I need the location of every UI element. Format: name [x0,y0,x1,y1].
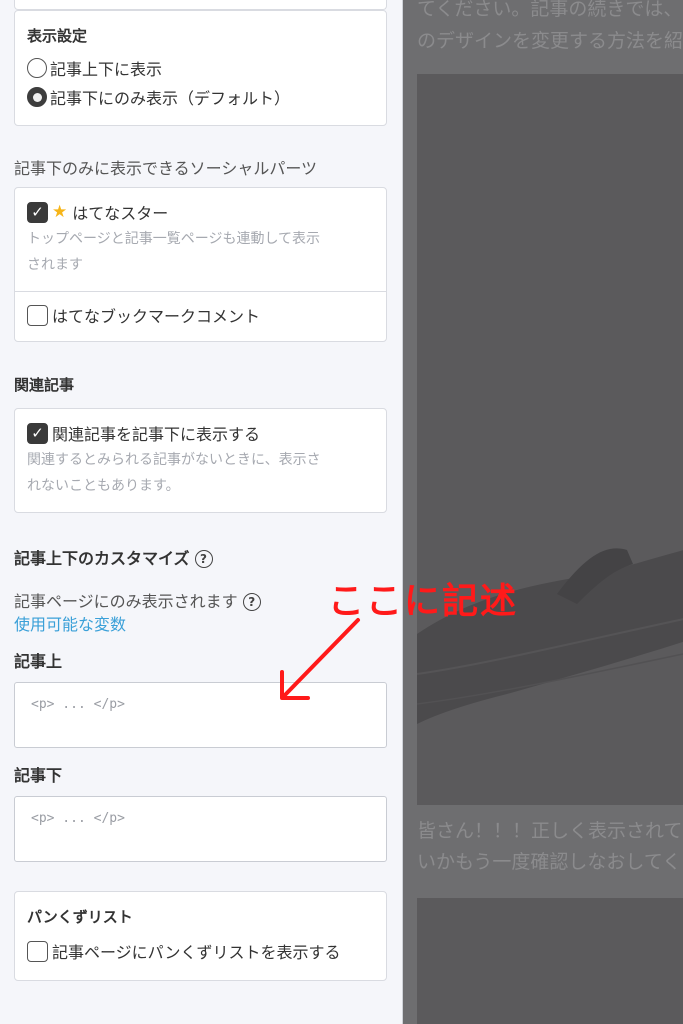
annotation-arrow-icon [280,618,360,700]
social-parts-box: ✓ ★ はてなスター トップページと記事一覧ページも連動して表示 されます はて… [14,187,387,342]
breadcrumb-option[interactable]: 記事ページにパンくずリストを表示する [27,939,374,963]
customize-subtitle-text: 記事ページにのみ表示されます [14,592,238,611]
star-icon: ★ [52,202,68,222]
display-settings-box: 表示設定 記事上下に表示 記事下にのみ表示（デフォルト） [14,10,387,126]
bookmark-comment-option[interactable]: はてなブックマークコメント [15,292,386,338]
checkbox-unchecked-icon[interactable] [27,940,48,962]
hatena-star-label: はてなスター [72,204,169,223]
social-parts-label: 記事下のみに表示できるソーシャルパーツ [14,159,318,178]
settings-panel: 表示設定 記事上下に表示 記事下にのみ表示（デフォルト） 記事下のみに表示できる… [0,0,402,1024]
bottom-label: 記事下 [14,766,63,785]
customize-subtitle: 記事ページにのみ表示されます? [14,588,261,612]
related-note-line1: 関連するとみられる記事がないときに、表示さ [27,452,321,468]
radio-checked-icon[interactable] [27,87,47,107]
help-icon[interactable]: ? [242,593,261,611]
checkbox-checked-icon[interactable]: ✓ [27,201,48,223]
bottom-code-placeholder: <p> ... </p> [31,811,125,826]
customize-heading: 記事上下のカスタマイズ? [14,545,213,569]
driftwood-image [417,548,683,724]
checkbox-checked-icon[interactable]: ✓ [27,422,48,444]
help-icon[interactable]: ? [194,550,213,568]
hatena-star-note-line1: トップページと記事一覧ページも連動して表示 [27,231,321,247]
radio-unchecked-icon[interactable] [27,58,47,78]
hatena-star-note-line2: されます [27,257,83,273]
display-settings-title: 表示設定 [27,27,88,45]
bookmark-comment-label: はてなブックマークコメント [52,307,261,326]
radio-option-top-bottom[interactable]: 記事上下に表示 [27,56,374,80]
preview-image-2 [417,898,683,1024]
radio-label: 記事上下に表示 [50,60,163,79]
related-option[interactable]: ✓ 関連記事を記事下に表示する [27,421,374,445]
radio-label: 記事下にのみ表示（デフォルト） [50,89,291,108]
related-note-line2: れないこともあります。 [27,478,180,494]
radio-option-bottom-only[interactable]: 記事下にのみ表示（デフォルト） [27,85,374,109]
breadcrumb-option-label: 記事ページにパンくずリストを表示する [52,943,341,962]
customize-heading-text: 記事上下のカスタマイズ [14,549,190,568]
previous-settings-box [14,0,387,10]
preview-image [417,74,683,805]
hatena-star-option[interactable]: ✓ ★ はてなスター [27,200,374,224]
related-heading: 関連記事 [14,376,75,394]
related-box: ✓ 関連記事を記事下に表示する 関連するとみられる記事がないときに、表示さ れな… [14,408,387,513]
bottom-code-input[interactable]: <p> ... </p> [14,796,387,862]
blog-preview: てください。記事の続きでは、 のデザインを変更する方法を紹 皆さん！！！正しく表… [403,0,683,1024]
breadcrumb-box: パンくずリスト 記事ページにパンくずリストを表示する [14,891,387,981]
top-label: 記事上 [14,652,63,671]
top-code-placeholder: <p> ... </p> [31,697,125,712]
checkbox-unchecked-icon[interactable] [27,304,48,326]
preview-text-line4: いかもう一度確認しなおしてく [417,851,682,873]
variables-link[interactable]: 使用可能な変数 [14,611,126,635]
related-option-label: 関連記事を記事下に表示する [52,425,261,444]
preview-text-line2: のデザインを変更する方法を紹 [417,30,683,52]
breadcrumb-title: パンくずリスト [27,908,133,926]
